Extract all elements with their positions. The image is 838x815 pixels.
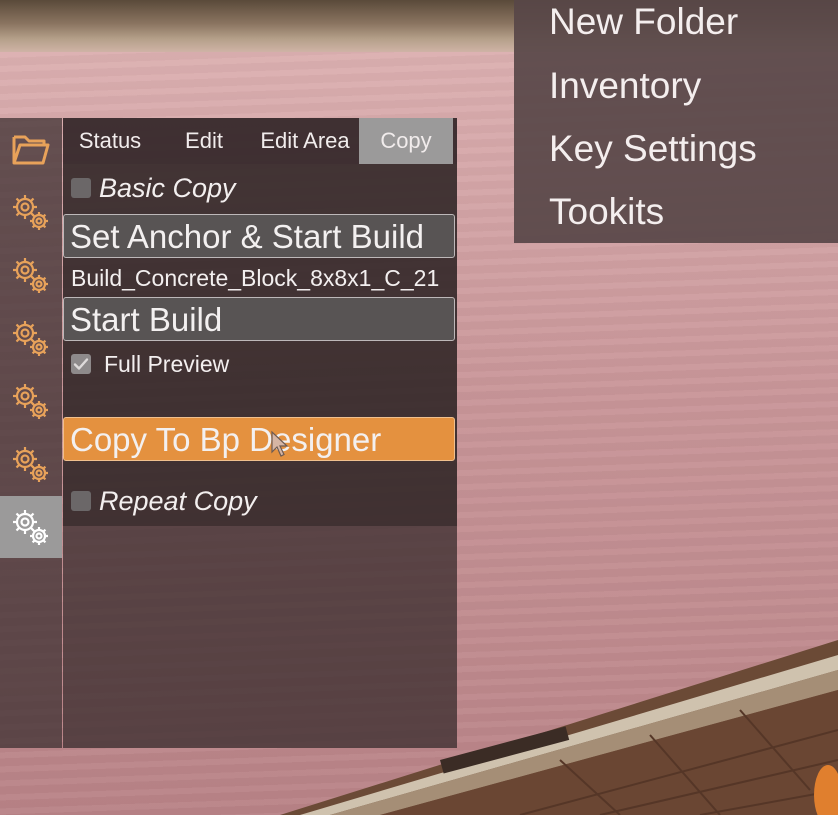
menu-item-key-settings[interactable]: Key Settings (549, 123, 757, 175)
sidebar-item-folder[interactable] (0, 118, 62, 180)
gear-icon (13, 195, 48, 230)
gear-icon (13, 258, 48, 293)
basic-copy-label: Basic Copy (99, 173, 236, 203)
folder-icon (12, 135, 50, 165)
mouse-cursor-icon (271, 430, 289, 457)
full-preview-label: Full Preview (104, 351, 230, 377)
repeat-copy-checkbox[interactable] (71, 491, 91, 511)
menu-item-inventory[interactable]: Inventory (549, 60, 701, 112)
menu-item-tookits[interactable]: Tookits (549, 186, 664, 238)
sidebar-item-gear-3[interactable] (0, 307, 62, 369)
basic-copy-checkbox[interactable] (71, 178, 91, 198)
repeat-copy-label: Repeat Copy (99, 486, 257, 516)
tab-status[interactable]: Status (63, 118, 157, 164)
menu-item-new-folder[interactable]: New Folder (549, 0, 738, 48)
gear-icon (13, 447, 48, 482)
sidebar-item-gear-6[interactable] (0, 496, 62, 558)
tab-edit-area[interactable]: Edit Area (251, 118, 359, 164)
sidebar-item-gear-4[interactable] (0, 370, 62, 432)
tab-edit[interactable]: Edit (157, 118, 251, 164)
start-build-button[interactable]: Start Build (63, 297, 455, 341)
sidebar (0, 118, 62, 748)
sidebar-item-gear-1[interactable] (0, 181, 62, 243)
full-preview-checkbox[interactable] (71, 354, 91, 374)
gear-icon (13, 321, 48, 356)
blueprint-name: Build_Concrete_Block_8x8x1_C_21 (71, 265, 440, 291)
context-menu: New Folder Inventory Key Settings Tookit… (514, 0, 838, 243)
gear-icon (13, 384, 48, 419)
set-anchor-start-build-button[interactable]: Set Anchor & Start Build (63, 214, 455, 258)
copy-panel: Status Edit Edit Area Copy Basic Copy Se… (63, 118, 457, 748)
sidebar-item-gear-5[interactable] (0, 433, 62, 495)
checkmark-icon (73, 358, 89, 370)
copy-to-bp-designer-button[interactable]: Copy To Bp Designer (63, 417, 455, 461)
gear-icon (13, 510, 48, 545)
tab-copy[interactable]: Copy (359, 118, 453, 164)
sidebar-item-gear-2[interactable] (0, 244, 62, 306)
tab-bar: Status Edit Edit Area Copy (63, 118, 457, 164)
